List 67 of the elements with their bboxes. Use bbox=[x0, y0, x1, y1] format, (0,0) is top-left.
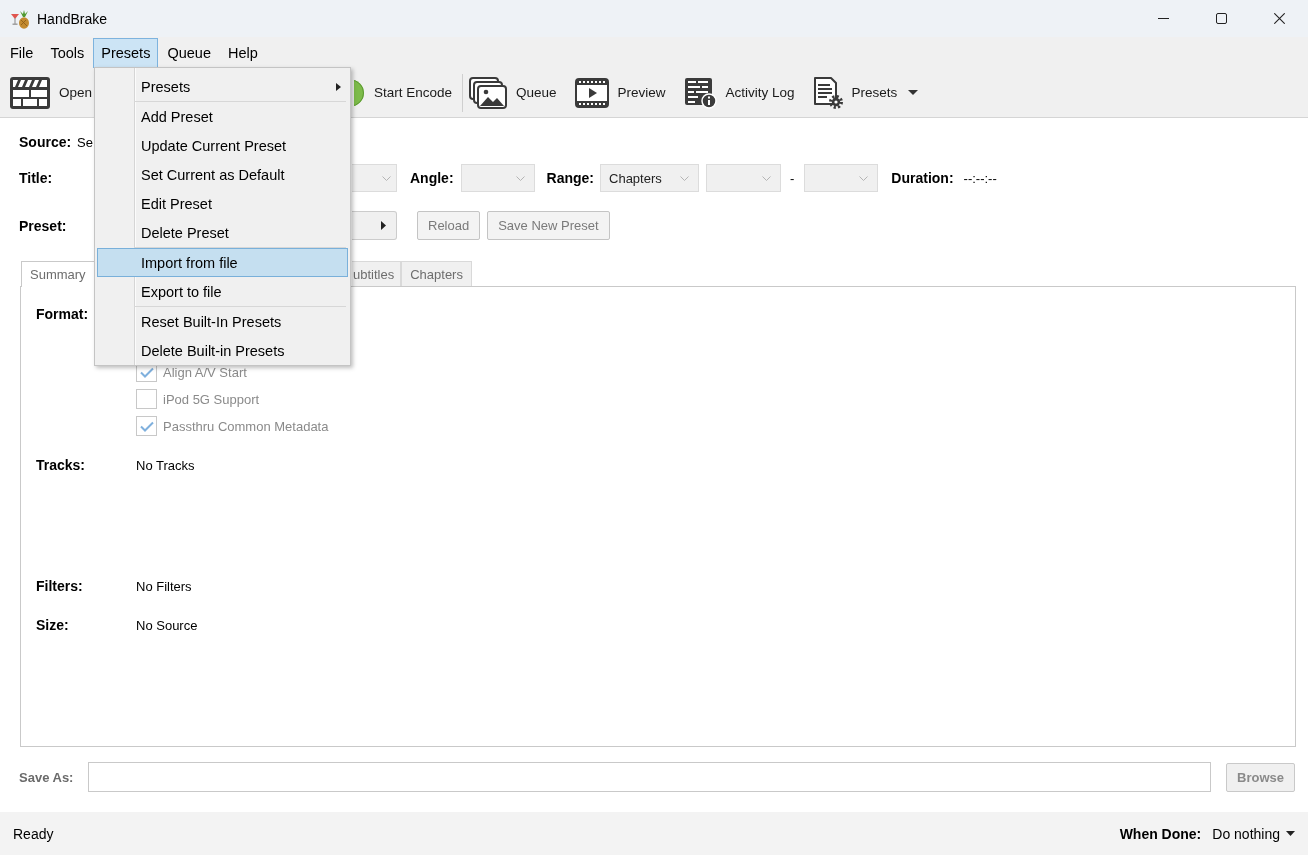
photo-stack-icon bbox=[469, 76, 507, 109]
range-separator: - bbox=[790, 170, 795, 186]
chevron-icon bbox=[680, 175, 689, 181]
range-label: Range: bbox=[546, 170, 594, 186]
menu-item[interactable]: Edit Preset bbox=[97, 189, 348, 218]
log-info-icon bbox=[683, 76, 717, 109]
film-play-icon bbox=[574, 76, 609, 109]
close-icon bbox=[1273, 13, 1285, 24]
size-label: Size: bbox=[36, 616, 69, 634]
caret-icon bbox=[1286, 831, 1295, 836]
menu-item[interactable]: Import from file bbox=[97, 248, 348, 277]
duration-label: Duration: bbox=[891, 170, 954, 186]
tracks-label: Tracks: bbox=[36, 456, 86, 474]
tab[interactable]: Chapters bbox=[401, 261, 472, 286]
menu-item[interactable]: Help bbox=[219, 38, 266, 68]
option-label: Passthru Common Metadata bbox=[163, 418, 329, 434]
tab[interactable]: Summary bbox=[21, 261, 95, 287]
maximize-icon bbox=[1215, 13, 1227, 24]
option-label: Align A/V Start bbox=[163, 364, 247, 380]
chevron-icon bbox=[382, 175, 391, 181]
menu-item[interactable]: Set Current as Default bbox=[97, 160, 348, 189]
preset-label: Preset: bbox=[19, 217, 67, 234]
pineapple-icon bbox=[10, 8, 30, 29]
document-gear-icon bbox=[812, 76, 843, 109]
save-as-label: Save As: bbox=[19, 769, 74, 785]
preset-selector[interactable] bbox=[352, 211, 397, 240]
filters-label: Filters: bbox=[36, 577, 83, 595]
tracks-value: No Tracks bbox=[136, 457, 195, 475]
window-title: HandBrake bbox=[37, 10, 108, 27]
minimize-icon bbox=[1157, 18, 1169, 19]
status-text: Ready bbox=[13, 825, 54, 842]
menu-item[interactable]: Delete Preset bbox=[97, 218, 348, 247]
clapperboard-icon bbox=[10, 76, 50, 109]
title-label: Title: bbox=[19, 170, 53, 186]
duration-value: --:--:-- bbox=[963, 170, 997, 186]
toolbar-button[interactable]: Activity Log bbox=[680, 72, 798, 113]
toolbar-button[interactable]: Presets bbox=[809, 72, 922, 113]
menu-item[interactable]: Update Current Preset bbox=[97, 131, 348, 160]
chevron-icon bbox=[859, 175, 869, 181]
tick-icon bbox=[139, 420, 154, 432]
menu-item[interactable]: Delete Built-in Presets bbox=[97, 336, 348, 365]
toolbar-button[interactable]: Preview bbox=[571, 72, 669, 113]
chevron-icon bbox=[762, 175, 771, 181]
tick-icon bbox=[139, 366, 154, 378]
menu-item[interactable]: Queue bbox=[159, 38, 219, 68]
menu-item[interactable]: Tools bbox=[42, 38, 93, 68]
menu-item[interactable]: Add Preset bbox=[97, 102, 348, 131]
when-done-label: When Done: bbox=[1119, 825, 1202, 842]
toolbar-button[interactable]: Open bbox=[7, 72, 96, 113]
menu-item[interactable]: Presets bbox=[93, 38, 159, 68]
when-done-dropdown[interactable]: Do nothing bbox=[1212, 825, 1295, 842]
save-as-field[interactable] bbox=[88, 762, 1211, 792]
format-label: Format: bbox=[36, 305, 89, 323]
angle-label: Angle: bbox=[410, 170, 454, 186]
chevron-icon bbox=[515, 175, 525, 181]
menu-item[interactable]: Reset Built-In Presets bbox=[97, 307, 348, 336]
size-value: No Source bbox=[136, 617, 198, 635]
source-value: Se bbox=[77, 134, 93, 150]
menu-item[interactable]: File bbox=[2, 38, 42, 68]
toolbar-button[interactable]: Queue bbox=[466, 72, 560, 113]
filters-value: No Filters bbox=[136, 578, 192, 596]
tab[interactable]: ubtitles bbox=[352, 261, 402, 286]
source-label: Source: bbox=[19, 134, 72, 150]
option-label: iPod 5G Support bbox=[163, 391, 260, 407]
right-caret-icon bbox=[381, 221, 386, 230]
menu-item[interactable]: Presets bbox=[97, 72, 348, 101]
menu-item[interactable]: Export to file bbox=[97, 277, 348, 306]
